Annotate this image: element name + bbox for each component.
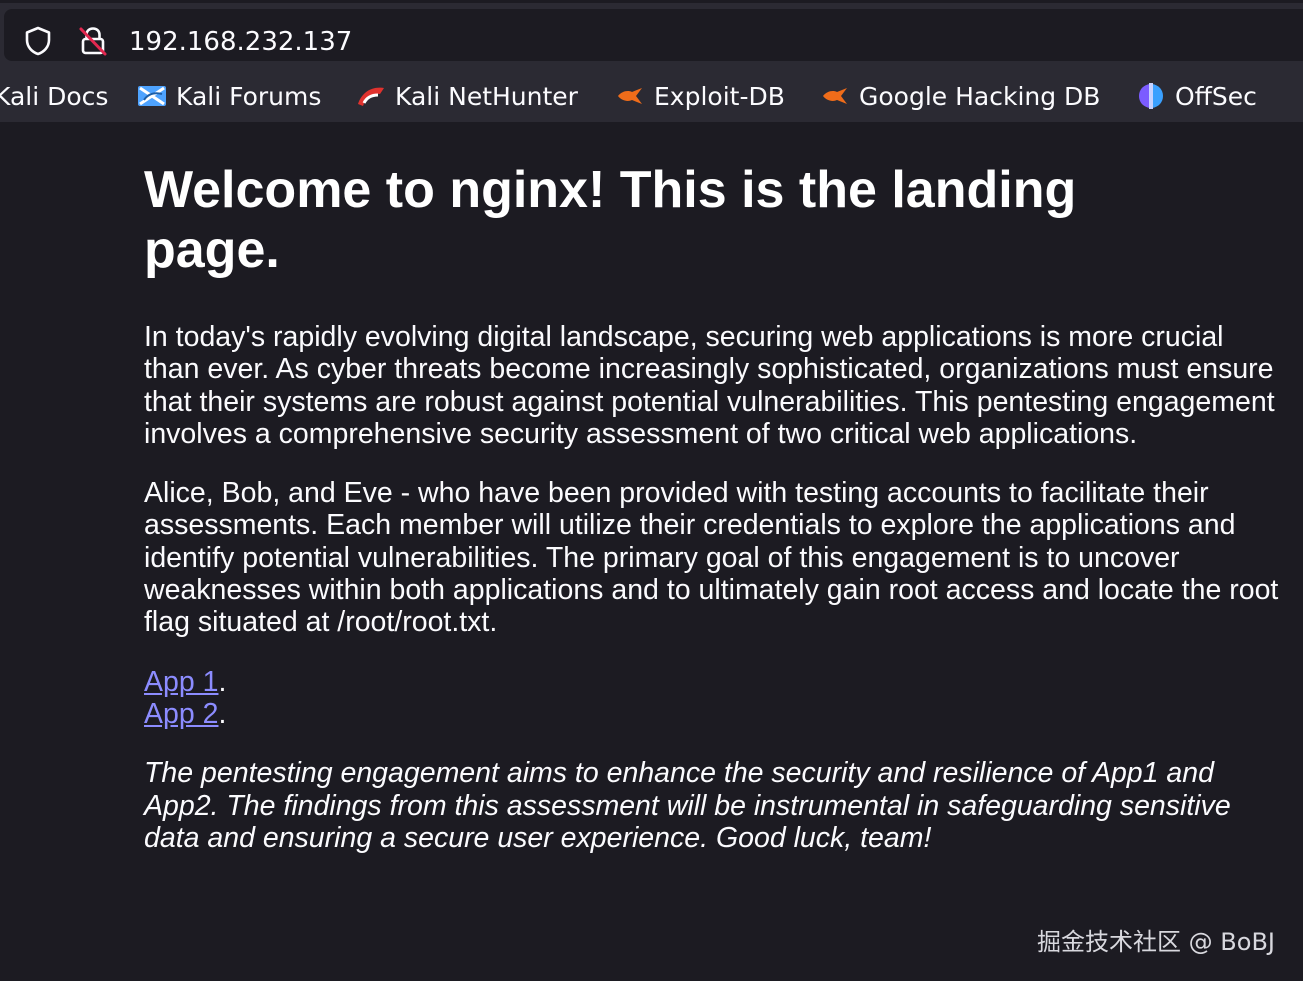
- bookmark-exploit-db[interactable]: Exploit-DB: [614, 78, 785, 114]
- bookmark-kali-nethunter[interactable]: Kali NetHunter: [355, 78, 578, 114]
- kali-nethunter-icon: [358, 87, 384, 106]
- kali-forums-icon: [138, 86, 166, 106]
- page-title: Welcome to nginx! This is the landing pa…: [144, 161, 1077, 279]
- bookmark-offsec[interactable]: OffSec: [1135, 78, 1257, 114]
- app-2-link[interactable]: App 2: [144, 698, 218, 730]
- bookmark-label: Kali Forums: [176, 81, 322, 111]
- bookmark-label: Exploit-DB: [654, 81, 785, 111]
- bookmark-label: Kali NetHunter: [395, 81, 578, 111]
- link-suffix: .: [218, 665, 227, 698]
- exploit-db-icon: [618, 88, 642, 104]
- bookmark-label: Google Hacking DB: [859, 81, 1101, 111]
- watermark: 掘金技术社区 @ BoBJ: [1037, 928, 1275, 956]
- link-suffix: .: [218, 697, 227, 730]
- url-field[interactable]: 192.168.232.137: [4, 9, 1303, 61]
- bookmark-kali-docs[interactable]: Kali Docs: [0, 78, 108, 114]
- shield-icon[interactable]: [22, 25, 54, 57]
- google-hacking-db-icon: [823, 88, 847, 104]
- bookmarks-toolbar: Kali Docs Kali Forums Kali NetHunter Exp…: [0, 70, 1303, 122]
- address-bar: 192.168.232.137: [0, 0, 1303, 70]
- url-text[interactable]: 192.168.232.137: [129, 25, 352, 59]
- bookmark-google-hacking-db[interactable]: Google Hacking DB: [819, 78, 1100, 114]
- app-1-link[interactable]: App 1: [144, 666, 218, 698]
- bookmark-label: Kali Docs: [0, 81, 109, 111]
- page-content: Welcome to nginx! This is the landing pa…: [144, 122, 1284, 854]
- closing-paragraph: The pentesting engagement aims to enhanc…: [144, 757, 1231, 854]
- app-links: App 1. App 2.: [144, 666, 1284, 731]
- offsec-icon: [1139, 83, 1163, 109]
- insecure-lock-icon[interactable]: [76, 24, 110, 58]
- team-paragraph: Alice, Bob, and Eve - who have been prov…: [144, 477, 1279, 639]
- bookmark-label: OffSec: [1175, 81, 1257, 111]
- bookmark-kali-forums[interactable]: Kali Forums: [136, 78, 321, 114]
- intro-paragraph: In today's rapidly evolving digital land…: [144, 321, 1275, 450]
